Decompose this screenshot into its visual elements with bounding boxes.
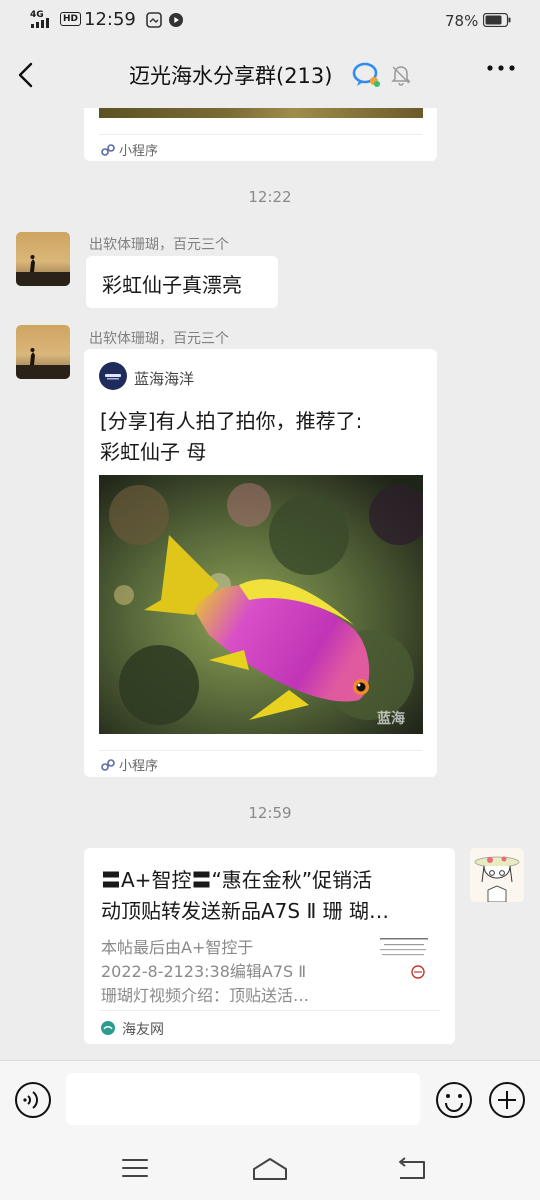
signal-icon <box>31 18 49 28</box>
battery-percent: 78% <box>445 12 479 30</box>
link-thumbnail <box>376 932 432 984</box>
link-share-card[interactable]: 〓A+智控〓“惠在金秋”促销活 动顶贴转发送新品A7S Ⅱ 珊 瑚… 本帖最后由… <box>84 848 455 1044</box>
message-input[interactable] <box>66 1073 420 1125</box>
cartoon-girl-avatar <box>470 848 524 902</box>
sender-name: 出软体珊瑚，百元三个 <box>89 331 229 347</box>
app-logo-icon <box>99 362 127 390</box>
source-name: 海友网 <box>122 1022 164 1038</box>
text-message-bubble[interactable]: 彩虹仙子真漂亮 <box>86 256 278 308</box>
avatar-image <box>16 232 70 286</box>
link-title-line-2: 动顶贴转发送新品A7S Ⅱ 珊 瑚… <box>101 899 390 923</box>
mini-program-card-partial[interactable]: 小程序 <box>84 108 437 161</box>
timestamp: 12:59 <box>248 804 292 822</box>
group-chat-icon[interactable] <box>352 62 382 88</box>
status-bar: 4G HD 12:59 78% <box>0 0 540 42</box>
emoji-icon[interactable] <box>435 1081 473 1119</box>
message-list[interactable]: 小程序 12:22 出软体珊瑚，百元三个 彩虹仙子真漂亮 出软体珊瑚，百元三个 … <box>0 108 540 1060</box>
my-avatar[interactable] <box>470 848 524 902</box>
avatar[interactable] <box>16 232 70 286</box>
gallery-notification-icon <box>146 12 162 28</box>
link-desc-line-3: 珊瑚灯视频介绍：顶贴送活… <box>101 986 310 1005</box>
link-desc-line-2: 2022-8-2123:38编辑A7S Ⅱ <box>101 962 307 981</box>
card-title-line-1: [分享]有人拍了拍你，推荐了: <box>100 409 363 433</box>
mini-program-label: 小程序 <box>101 140 158 159</box>
back-arrow-icon[interactable] <box>16 62 36 88</box>
mini-program-label: 小程序 <box>101 755 158 774</box>
avatar[interactable] <box>16 325 70 379</box>
link-desc-line-1: 本帖最后由A+智控于 <box>101 938 254 957</box>
mute-bell-icon <box>391 66 411 86</box>
more-options-icon[interactable] <box>486 64 516 72</box>
input-bar <box>0 1060 540 1140</box>
more-functions-plus-icon[interactable] <box>488 1081 526 1119</box>
fish-photo <box>99 475 423 734</box>
home-icon[interactable] <box>251 1156 289 1182</box>
message-text: 彩虹仙子真漂亮 <box>102 273 242 297</box>
mini-program-icon <box>101 144 115 156</box>
avatar-image <box>16 325 70 379</box>
back-nav-icon[interactable] <box>396 1156 428 1182</box>
voice-input-icon[interactable] <box>14 1081 52 1119</box>
mini-program-card[interactable]: 蓝海海洋 [分享]有人拍了拍你，推荐了: 彩虹仙子 母 蓝海 小程序 <box>84 349 437 777</box>
status-time: 12:59 <box>84 9 136 30</box>
image-watermark: 蓝海 <box>377 711 405 727</box>
card-title-line-2: 彩虹仙子 母 <box>100 440 207 464</box>
mini-program-icon <box>101 759 115 771</box>
app-name: 蓝海海洋 <box>134 370 195 388</box>
chat-title: 迈光海水分享群(213) <box>129 64 333 88</box>
sender-name: 出软体珊瑚，百元三个 <box>89 237 229 253</box>
video-notification-icon <box>169 13 183 27</box>
system-navigation-bar <box>0 1140 540 1200</box>
hd-badge: HD <box>60 12 82 26</box>
timestamp: 12:22 <box>248 188 292 206</box>
card-image-strip <box>99 108 423 118</box>
link-title-line-1: 〓A+智控〓“惠在金秋”促销活 <box>101 868 373 892</box>
fish-image[interactable]: 蓝海 <box>99 475 423 734</box>
chat-header: 迈光海水分享群(213) <box>0 42 540 108</box>
recent-apps-icon[interactable] <box>121 1157 149 1179</box>
source-logo-icon <box>101 1021 115 1035</box>
battery-icon <box>483 13 511 27</box>
